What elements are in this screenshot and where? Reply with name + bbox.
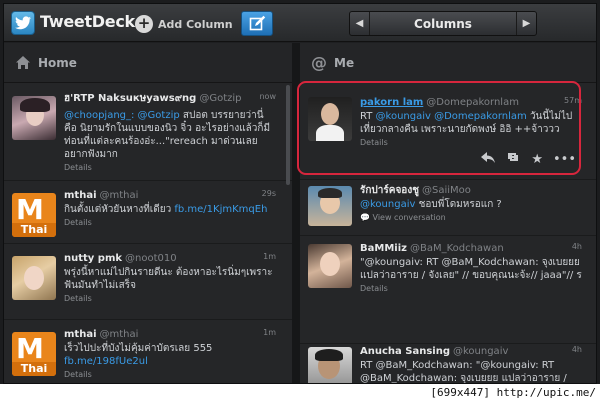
tweet-details-link[interactable]: Details — [64, 370, 276, 379]
tweet-item[interactable]: รักปาร์คจองชู @SaiiMoo @koungaiv ชอบพี่โด… — [300, 180, 596, 236]
tweet-item[interactable]: Anucha Sansing @koungaiv 4h RT @BaM_Kodch… — [300, 341, 596, 384]
tweet-time: now — [259, 92, 276, 101]
tweet-text: เร็วไปปะที่บังไม่คุ้มค่าบัตรเลย 555 — [64, 343, 213, 354]
column-prev-button[interactable]: ◀ — [350, 12, 370, 35]
home-column-header[interactable]: Home — [4, 43, 292, 83]
home-scrollbar[interactable] — [286, 85, 290, 185]
compose-tweet-button[interactable] — [241, 11, 273, 36]
tweet-actions: ★ ••• — [481, 151, 576, 167]
tweet-details-link[interactable]: Details — [360, 138, 582, 147]
retweet-icon[interactable] — [505, 151, 521, 167]
home-column-title: Home — [38, 55, 77, 70]
tweet-time: 57m — [564, 96, 582, 105]
tweet-author-name[interactable]: ฮ'RTP Naksuкษyaws๙ng — [64, 93, 196, 104]
tweet-author-handle[interactable]: @Gotzip — [199, 93, 241, 104]
home-column: Home ฮ'RTP Naksuкษyaws๙ng @Gotzip now @ch… — [4, 43, 292, 383]
column-divider — [292, 43, 300, 383]
pencil-icon — [249, 15, 266, 31]
tweet-details-link[interactable]: Details — [64, 163, 276, 172]
tweet-text: ชอบพี่โดมหรอแก ? — [415, 199, 502, 210]
tweet-text: กินตั้งแต่หัวยันหางที่เดียว — [64, 204, 175, 215]
tweet-details-link[interactable]: Details — [360, 284, 582, 293]
add-column-label: Add Column — [158, 17, 233, 31]
tweet-time: 4h — [571, 345, 582, 354]
tweet-text: พรุ่งนี้หาแม่ไปกินรายดีนะ ต้องหาอะไรนิ่ม… — [64, 267, 273, 291]
reply-icon[interactable] — [481, 151, 496, 167]
tweet-text: RT @BaM_Kodchawan: "@koungaiv: RT @BaM_K… — [360, 360, 567, 384]
favorite-star-icon[interactable]: ★ — [531, 152, 543, 167]
me-column: @ Me pakorn lam @Domepakornlam 57m RT @ko… — [300, 43, 596, 384]
top-bar: TweetDeck + Add Column ◀ Columns ▶ — [4, 4, 596, 42]
avatar[interactable] — [308, 97, 352, 141]
tweet-author-name[interactable]: pakorn lam — [360, 97, 423, 108]
tweetdeck-window: TweetDeck + Add Column ◀ Columns ▶ Home — [3, 3, 597, 384]
avatar[interactable] — [308, 186, 352, 226]
add-column-button[interactable]: + Add Column — [135, 14, 233, 34]
tweet-author-name[interactable]: mthai — [64, 329, 97, 340]
avatar[interactable] — [308, 244, 352, 288]
tweet-item[interactable]: ฮ'RTP Naksuкษyaws๙ng @Gotzip now @choopja… — [4, 84, 292, 181]
tweet-time: 4h — [571, 242, 582, 251]
avatar[interactable]: M Thai — [12, 193, 56, 237]
column-next-button[interactable]: ▶ — [516, 12, 536, 35]
tweet-time: 29s — [261, 189, 276, 198]
tweet-author-name[interactable]: mthai — [64, 190, 97, 201]
me-column-header[interactable]: @ Me — [300, 43, 596, 83]
at-icon: @ — [311, 53, 327, 72]
tweet-author-handle[interactable]: @noot010 — [125, 253, 177, 264]
view-conversation-link[interactable]: View conversation — [373, 213, 446, 222]
tweet-mention[interactable]: @choopjang_: @Gotzip — [64, 110, 180, 121]
avatar[interactable] — [12, 96, 56, 140]
tweet-text: "@koungaiv: RT @BaM_Kodchawan: จุงเบยยย … — [360, 257, 582, 281]
tweet-author-name[interactable]: Anucha Sansing — [360, 346, 450, 357]
tweet-author-name[interactable]: nutty pmk — [64, 253, 122, 264]
columns-dropdown[interactable]: Columns — [370, 17, 516, 31]
tweet-item[interactable]: nutty pmk @noot010 1m พรุ่งนี้หาแม่ไปกินร… — [4, 244, 292, 320]
plus-icon: + — [135, 15, 153, 33]
me-column-title: Me — [334, 55, 355, 70]
tweet-author-handle[interactable]: @mthai — [100, 329, 139, 340]
conversation-icon: 💬 — [360, 213, 373, 222]
avatar[interactable]: M Thai — [12, 332, 56, 376]
tweet-link[interactable]: fb.me/1KjmKmqEh — [174, 204, 267, 215]
avatar[interactable] — [12, 256, 56, 300]
tweet-author-handle[interactable]: @Domepakornlam — [426, 97, 519, 108]
tweet-rt: RT — [360, 111, 376, 122]
tweet-item[interactable]: M Thai mthai @mthai 29s กินตั้งแต่หัวยันหา… — [4, 181, 292, 244]
tweet-author-handle[interactable]: @mthai — [100, 190, 139, 201]
tweet-time: 1m — [263, 328, 276, 337]
column-navigator: ◀ Columns ▶ — [349, 11, 537, 36]
app-title: TweetDeck — [40, 12, 135, 31]
avatar[interactable] — [308, 347, 352, 383]
tweet-link[interactable]: fb.me/198fUe2ul — [64, 356, 148, 367]
tweet-author-name[interactable]: รักปาร์คจองชู — [360, 185, 419, 196]
tweet-item[interactable]: M Thai mthai @mthai 1m เร็วไปปะที่บังไม่คุ… — [4, 320, 292, 383]
tweet-author-handle[interactable]: @koungaiv — [453, 346, 508, 357]
tweet-time: 1m — [263, 252, 276, 261]
tweet-details-link[interactable]: Details — [64, 294, 276, 303]
home-icon — [14, 54, 32, 72]
watermark-bar: [699x447] http://upic.me/ — [0, 384, 600, 403]
tweet-details-link[interactable]: Details — [64, 218, 276, 227]
tweet-author-handle[interactable]: @BaM_Kodchawan — [410, 243, 504, 254]
more-options-icon[interactable]: ••• — [553, 152, 576, 167]
tweet-mention[interactable]: @koungaiv @Domepakornlam — [376, 111, 527, 122]
tweet-author-handle[interactable]: @SaiiMoo — [422, 185, 471, 196]
tweet-author-name[interactable]: BaMMiiz — [360, 243, 407, 254]
twitter-bird-icon — [11, 11, 35, 35]
tweet-mention[interactable]: @koungaiv — [360, 199, 415, 210]
tweet-item[interactable]: pakorn lam @Domepakornlam 57m RT @koungai… — [300, 84, 596, 180]
watermark-text: [699x447] http://upic.me/ — [430, 386, 596, 399]
tweet-item[interactable]: BaMMiiz @BaM_Kodchawan 4h "@koungaiv: RT … — [300, 236, 596, 344]
